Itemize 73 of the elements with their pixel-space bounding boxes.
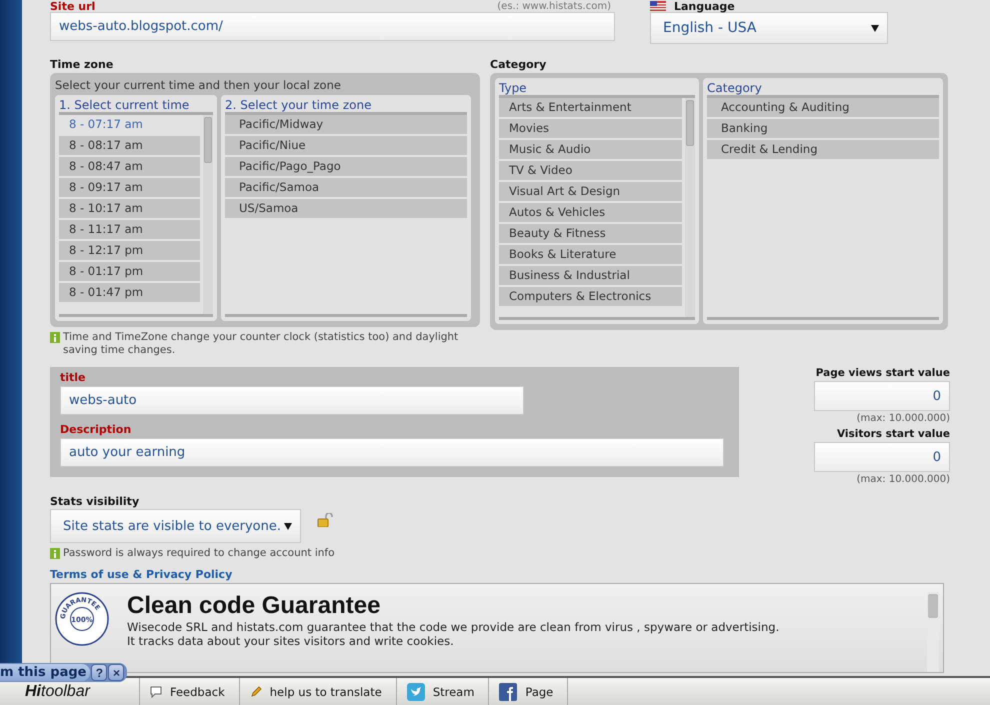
scrollbar[interactable] [203,115,213,314]
info-icon [50,332,60,343]
pencil-icon [250,686,262,698]
category-option[interactable]: Banking [707,119,939,140]
zone-option[interactable]: US/Samoa [225,199,467,220]
toolbar-logo: Hitoolbar [0,678,140,705]
type-option[interactable]: Beauty & Fitness [499,224,682,245]
field-label: Language [674,0,735,12]
zone-option[interactable]: Pacific/Pago_Pago [225,157,467,178]
field-hint: (es.: www.histats.com) [497,0,612,12]
type-option[interactable]: Autos & Vehicles [499,203,682,224]
type-option[interactable]: Music & Audio [499,140,682,161]
number-field[interactable]: 0 [814,381,950,411]
field-label: title [60,371,87,384]
speech-bubble-icon [150,686,162,698]
language-dropdown[interactable]: English - USA [650,12,888,44]
scrollbar[interactable] [927,592,939,672]
type-option[interactable]: Movies [499,119,682,140]
field-label: Stats visibility [50,495,140,508]
time-option[interactable]: 8 - 08:47 am [59,157,200,178]
category-option[interactable]: Accounting & Auditing [707,98,939,119]
number-field[interactable]: 0 [814,442,950,472]
section-title: Time zone [50,58,114,71]
caret-icon [871,24,879,32]
category-option[interactable]: Credit & Lending [707,140,939,161]
zone-option[interactable]: Pacific/Samoa [225,178,467,199]
flag-icon [650,1,666,11]
scrollbar[interactable] [685,98,695,317]
instruction-text: Select your current time and then your local zone [55,78,342,92]
field-label: Description [60,423,132,436]
info-note: Password is always required to change account info [63,547,335,560]
type-option[interactable]: Visual Art & Design [499,182,682,203]
f-logo-icon [499,682,518,700]
field-label: Page views start value [816,367,950,379]
type-option[interactable]: Business & Industrial [499,266,682,287]
info-note: Time and TimeZone change your counter clock (statistics too) and daylight saving time changes. [63,331,460,357]
type-option[interactable]: Arts & Entertainment [499,98,682,119]
description-field[interactable]: auto your earning [60,438,724,467]
type-option[interactable]: Computers & Electronics [499,287,682,308]
field-hint: (max: 10.000.000) [856,474,950,485]
time-option[interactable]: 8 - 11:17 am [59,220,200,241]
bird-icon [406,682,425,700]
toolbar-button[interactable]: Page [489,678,568,705]
field-hint: (max: 10.000.000) [856,413,950,424]
time-option[interactable]: 8 - 12:17 pm [59,241,200,262]
guarantee-text: Wisecode SRL and histats.com guarantee that the code we provide are clean from virus , spyware or advertising. [127,620,780,634]
toolbar-button[interactable]: Stream [396,678,490,705]
zone-option[interactable]: Pacific/Niue [225,136,467,157]
visibility-dropdown[interactable]: Site stats are visible to everyone. [50,509,301,543]
type-option[interactable]: TV & Video [499,161,682,182]
padlock-icon [317,513,333,527]
floating-bar-label[interactable]: m this page [0,664,90,681]
guarantee-text: It tracks data about your sites visitors and write cookies. [127,634,455,648]
time-option[interactable]: 8 - 10:17 am [59,199,200,220]
toolbar-button[interactable]: help us to translate [240,678,397,705]
field-label: Visitors start value [836,428,950,440]
guarantee-heading: Clean code Guarantee [127,592,382,620]
toolbar-button[interactable]: Feedback [140,678,240,705]
help-button[interactable]: ? [91,664,108,681]
field-label: Site url [50,0,96,12]
section-title: Category [490,58,548,71]
title-field[interactable]: webs-auto [60,386,524,415]
zone-option[interactable]: Pacific/Midway [225,115,467,136]
time-option[interactable]: 8 - 09:17 am [59,178,200,199]
type-option[interactable]: Books & Literature [499,245,682,266]
time-option[interactable]: 8 - 01:17 pm [59,262,200,283]
caret-icon [284,522,292,530]
info-icon [50,548,60,559]
close-button[interactable]: × [108,664,124,681]
time-option[interactable]: 8 - 01:47 pm [59,283,200,304]
site-url-field[interactable]: webs-auto.blogspot.com/ [50,12,615,41]
terms-link[interactable]: Terms of use & Privacy Policy [50,568,990,581]
time-option[interactable]: 8 - 08:17 am [59,136,200,157]
